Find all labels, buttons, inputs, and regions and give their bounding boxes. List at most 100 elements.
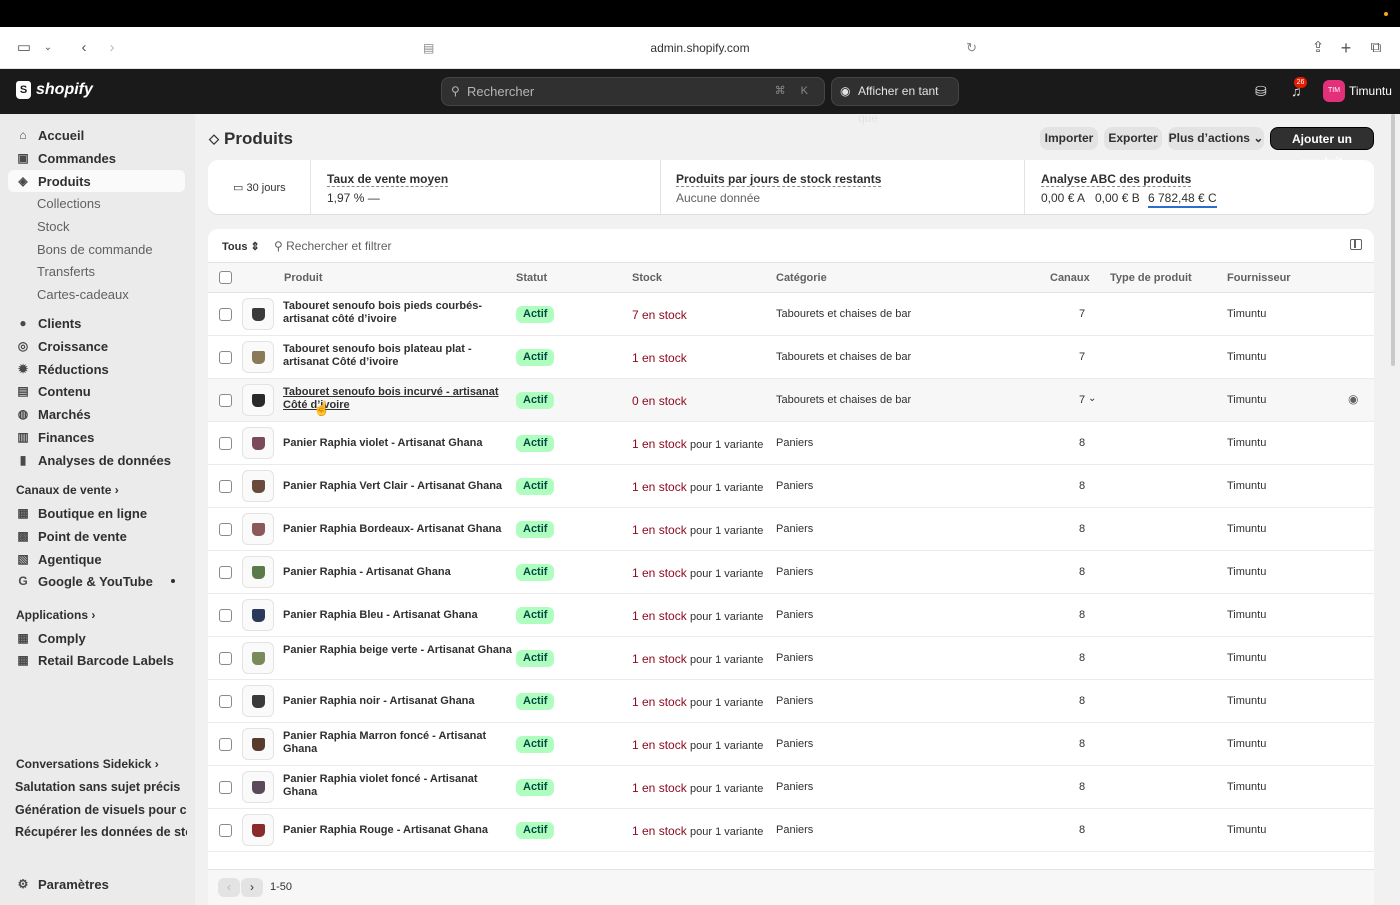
product-name[interactable]: Panier Raphia Vert Clair - Artisanat Gha… (283, 480, 513, 493)
columns-icon[interactable] (1350, 239, 1362, 250)
nav-transfers[interactable]: Transferts (37, 264, 95, 279)
product-name[interactable]: Tabouret senoufo bois plateau plat - art… (283, 343, 513, 369)
product-name[interactable]: Panier Raphia Bleu - Artisanat Ghana (283, 609, 513, 622)
table-row[interactable]: Panier Raphia - Artisanat Ghana Actif 1 en… (208, 551, 1374, 594)
period-selector[interactable]: ▭ 30 jours (233, 181, 286, 194)
table-row[interactable]: Panier Raphia beige verte - Artisanat Gh… (208, 637, 1374, 680)
table-row[interactable]: Panier Raphia Marron foncé - Artisanat G… (208, 723, 1374, 766)
nav-markets[interactable]: ◍ Marchés (8, 403, 185, 425)
row-checkbox[interactable] (219, 394, 232, 407)
add-product-button[interactable]: Ajouter un produit (1270, 127, 1374, 169)
product-thumbnail[interactable] (242, 642, 274, 674)
nav-inventory[interactable]: Stock (37, 219, 70, 234)
product-thumbnail[interactable] (242, 427, 274, 459)
tab-all[interactable]: Tous ⇕ (222, 240, 260, 253)
row-checkbox[interactable] (219, 824, 232, 837)
row-checkbox[interactable] (219, 652, 232, 665)
shopify-logo[interactable]: Sshopify (16, 81, 93, 99)
new-tab-icon[interactable]: + (1336, 38, 1356, 58)
sidebar-toggle-icon[interactable]: ▭ (14, 38, 34, 58)
table-row[interactable]: Tabouret senoufo bois plateau plat - art… (208, 336, 1374, 379)
preview-eye-icon[interactable]: ◉ (1348, 392, 1358, 406)
nav-gift-cards[interactable]: Cartes-cadeaux (37, 287, 129, 302)
import-button[interactable]: Importer (1040, 127, 1098, 150)
product-name[interactable]: Panier Raphia Bordeaux- Artisanat Ghana (283, 523, 513, 536)
table-row[interactable]: Panier Raphia violet - Artisanat Ghana Ac… (208, 422, 1374, 465)
header-type[interactable]: Type de produit (1110, 272, 1192, 284)
header-vendor[interactable]: Fournisseur (1227, 272, 1291, 284)
row-checkbox[interactable] (219, 351, 232, 364)
header-stock[interactable]: Stock (632, 272, 662, 284)
product-thumbnail[interactable] (242, 814, 274, 846)
product-name[interactable]: Panier Raphia Rouge - Artisanat Ghana (283, 824, 513, 837)
row-checkbox[interactable] (219, 480, 232, 493)
chevron-down-icon[interactable]: ⌄ (38, 38, 58, 58)
table-row[interactable]: Tabouret senoufo bois pieds courbés- art… (208, 293, 1374, 336)
reader-icon[interactable]: ▤ (423, 34, 434, 62)
table-row[interactable]: Panier Raphia violet foncé - Artisanat G… (208, 766, 1374, 809)
product-name[interactable]: Panier Raphia noir - Artisanat Ghana (283, 695, 513, 708)
conversation-item[interactable]: Salutation sans sujet précis (15, 780, 187, 794)
row-checkbox[interactable] (219, 308, 232, 321)
view-as-button[interactable]: ◉ Afficher en tant que (831, 77, 959, 125)
product-name[interactable]: Panier Raphia Marron foncé - Artisanat G… (283, 730, 513, 756)
nav-purchase-orders[interactable]: Bons de commande (37, 242, 153, 257)
tabs-overview-icon[interactable]: ⧉ (1366, 38, 1386, 58)
nav-google-youtube[interactable]: G Google & YouTube (8, 570, 185, 592)
export-button[interactable]: Exporter (1104, 127, 1162, 150)
sidekick-title[interactable]: Conversations Sidekick › (16, 757, 159, 771)
days-stock-title[interactable]: Produits par jours de stock restants (676, 172, 882, 187)
nav-analytics[interactable]: ▮ Analyses de données (8, 449, 185, 471)
product-thumbnail[interactable] (242, 470, 274, 502)
abc-title[interactable]: Analyse ABC des produits (1041, 172, 1192, 187)
global-search[interactable]: ⚲ Rechercher ⌘ K (441, 77, 825, 106)
share-icon[interactable]: ⇪ (1308, 38, 1328, 58)
nav-finances[interactable]: ▥ Finances (8, 426, 185, 448)
avatar[interactable]: TIM (1323, 80, 1345, 102)
nav-app-barcode[interactable]: ▦ Retail Barcode Labels (8, 649, 185, 671)
conversation-item[interactable]: Génération de visuels pour cou... (15, 803, 187, 817)
address-bar[interactable]: ▤ admin.shopify.com ↻ (415, 34, 985, 62)
row-checkbox[interactable] (219, 437, 232, 450)
filter-search-input[interactable]: ⚲ Rechercher et filtrer (274, 239, 392, 253)
product-name[interactable]: Tabouret senoufo bois pieds courbés- art… (283, 300, 513, 326)
row-checkbox[interactable] (219, 609, 232, 622)
nav-growth[interactable]: ◎ Croissance (8, 335, 185, 357)
table-row[interactable]: Panier Raphia noir - Artisanat Ghana Acti… (208, 680, 1374, 723)
row-checkbox[interactable] (219, 781, 232, 794)
nav-discounts[interactable]: ✹ Réductions (8, 358, 185, 380)
scrollbar[interactable] (1391, 114, 1395, 366)
nav-content[interactable]: ▤ Contenu (8, 380, 185, 402)
product-name[interactable]: Panier Raphia violet - Artisanat Ghana (283, 437, 513, 450)
nav-app-comply[interactable]: ▦ Comply (8, 627, 185, 649)
product-thumbnail[interactable] (242, 728, 274, 760)
product-thumbnail[interactable] (242, 298, 274, 330)
nav-settings[interactable]: ⚙ Paramètres (8, 873, 185, 895)
nav-collections[interactable]: Collections (37, 196, 101, 211)
product-thumbnail[interactable] (242, 599, 274, 631)
product-thumbnail[interactable] (242, 771, 274, 803)
table-row[interactable]: Panier Raphia Vert Clair - Artisanat Gha… (208, 465, 1374, 508)
product-thumbnail[interactable] (242, 513, 274, 545)
more-actions-button[interactable]: Plus d’actions ⌄ (1168, 127, 1264, 150)
channels-count[interactable]: 7 (1076, 394, 1088, 406)
product-thumbnail[interactable] (242, 685, 274, 717)
header-product[interactable]: Produit (284, 272, 323, 284)
table-row[interactable]: Panier Raphia Rouge - Artisanat Ghana Act… (208, 809, 1374, 852)
chevron-down-icon[interactable]: ⌄ (1088, 393, 1096, 404)
nav-online-store[interactable]: ▦ Boutique en ligne (8, 502, 185, 524)
product-name[interactable]: Panier Raphia beige verte - Artisanat Gh… (283, 644, 513, 657)
header-channels[interactable]: Canaux (1050, 272, 1090, 284)
table-row[interactable]: Tabouret senoufo bois incurvé - artisana… (208, 379, 1374, 422)
product-name[interactable]: Panier Raphia - Artisanat Ghana (283, 566, 513, 579)
prev-page-button[interactable]: ‹ (218, 878, 240, 897)
nav-customers[interactable]: ● Clients (8, 312, 185, 334)
back-icon[interactable]: ‹ (74, 38, 94, 58)
store-name[interactable]: Timuntu (1349, 84, 1392, 98)
table-row[interactable]: Panier Raphia Bordeaux- Artisanat Ghana A… (208, 508, 1374, 551)
product-thumbnail[interactable] (242, 384, 274, 416)
reload-icon[interactable]: ↻ (966, 34, 977, 62)
next-page-button[interactable]: › (241, 878, 263, 897)
row-checkbox[interactable] (219, 523, 232, 536)
header-category[interactable]: Catégorie (776, 272, 827, 284)
